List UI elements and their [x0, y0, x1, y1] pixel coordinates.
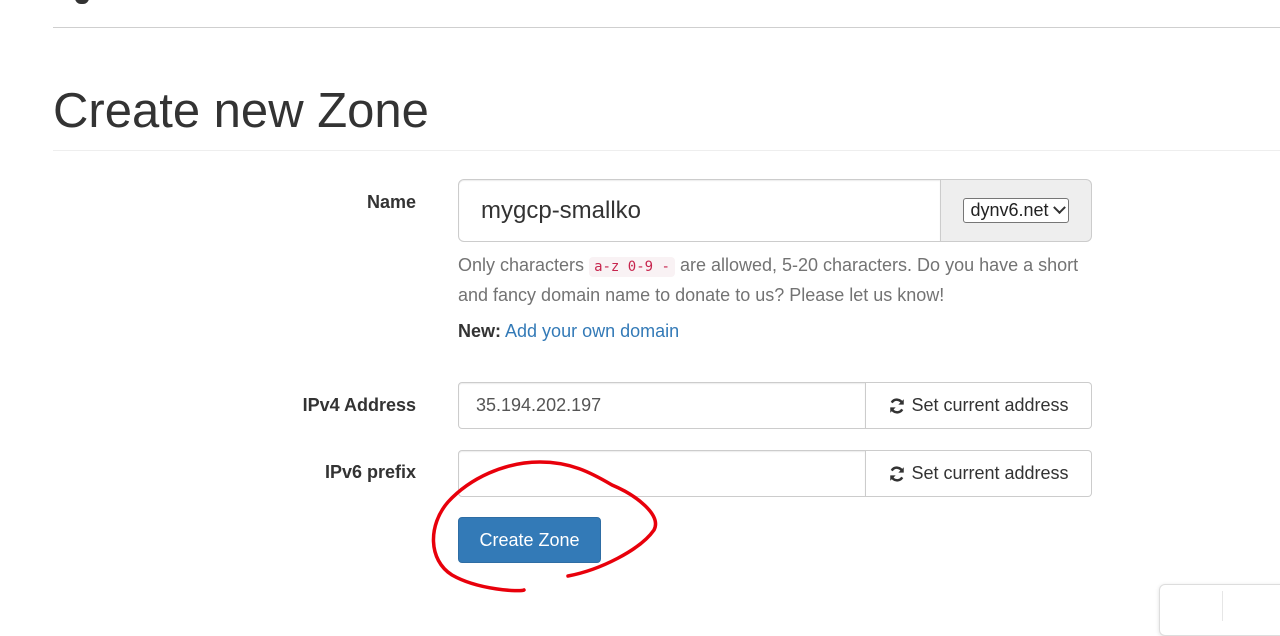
refresh-icon	[890, 397, 905, 414]
domain-select-addon: dynv6.net	[941, 179, 1092, 242]
new-domain-line: New: Add your own domain	[458, 321, 679, 342]
ipv4-input[interactable]	[458, 382, 866, 429]
domain-select[interactable]: dynv6.net	[963, 198, 1069, 223]
header-divider	[53, 27, 1280, 28]
ipv4-label: IPv4 Address	[302, 395, 416, 415]
new-label: New:	[458, 321, 502, 341]
help-prefix: Only characters	[458, 255, 585, 275]
page-title: Create new Zone	[53, 84, 429, 138]
ipv6-set-current-label: Set current address	[911, 463, 1069, 483]
ipv4-set-current-button[interactable]: Set current address	[866, 382, 1092, 429]
title-divider	[53, 150, 1280, 151]
name-help-text: Only characters a-z 0-9 - are allowed, 5…	[458, 251, 1098, 309]
zone-name-input[interactable]	[458, 179, 941, 242]
ipv6-prefix-input[interactable]	[458, 450, 866, 497]
ipv6-label: IPv6 prefix	[324, 462, 416, 482]
corner-widget[interactable]	[1159, 584, 1280, 636]
ipv4-input-group: Set current address	[458, 382, 1092, 429]
corner-widget-divider	[1222, 591, 1223, 621]
ipv6-set-current-button[interactable]: Set current address	[866, 450, 1092, 497]
domain-select-value: dynv6.net	[970, 200, 1049, 220]
create-zone-button[interactable]: Create Zone	[458, 517, 601, 563]
name-label: Name	[366, 192, 416, 212]
chevron-down-icon	[1052, 201, 1066, 215]
allowed-chars-code: a-z 0-9 -	[589, 257, 675, 277]
ipv4-set-current-label: Set current address	[911, 395, 1069, 415]
name-input-group: dynv6.net	[458, 179, 1092, 242]
add-own-domain-link[interactable]: Add your own domain	[505, 321, 679, 341]
refresh-icon	[890, 465, 905, 482]
header-logo-fragment	[53, 0, 97, 4]
ipv6-input-group: Set current address	[458, 450, 1092, 497]
